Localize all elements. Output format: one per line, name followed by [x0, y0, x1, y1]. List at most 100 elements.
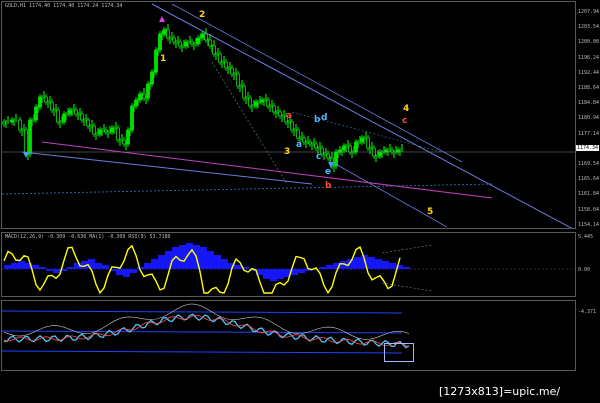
wave-label: c — [316, 152, 322, 162]
macd-histogram-bar — [347, 259, 354, 269]
macd-histogram-bar — [151, 259, 158, 269]
candle-body — [190, 41, 194, 45]
rsi-indicator-pane[interactable] — [1, 300, 576, 371]
candle-body — [166, 29, 170, 39]
candle-body — [230, 67, 234, 75]
macd-histogram-bar — [270, 269, 277, 281]
candle-body — [74, 109, 78, 115]
macd-histogram-bar — [403, 267, 410, 269]
watermark: [1273x813]=upic.me/ — [439, 385, 561, 398]
macd-histogram-bar — [46, 269, 53, 271]
macd-histogram-bar — [200, 247, 207, 269]
price-axis-tick: 1154.14 — [578, 221, 600, 228]
price-axis-tick: 1188.64 — [578, 85, 600, 91]
wave-label: a — [286, 111, 293, 121]
candle-body — [50, 101, 54, 111]
price-axis-tick: 1184.84 — [578, 100, 600, 107]
candle-body — [28, 119, 32, 155]
macd-histogram-bar — [18, 261, 25, 269]
candle-body — [204, 33, 208, 41]
macd-histogram-bar — [53, 269, 60, 273]
price-axis-tick: 1200.00 — [578, 39, 600, 46]
candle-body — [348, 145, 352, 153]
rsi-canvas[interactable] — [2, 301, 575, 370]
macd-histogram-bar — [102, 265, 109, 269]
candle-body — [86, 119, 90, 127]
price-axis-tick: 1207.94 — [578, 9, 600, 15]
candle-body — [224, 61, 228, 69]
macd-histogram-bar — [4, 265, 11, 269]
wave-label: 2 — [199, 10, 206, 20]
candle-body — [134, 99, 138, 107]
candle-body — [154, 49, 158, 73]
candle-body — [98, 129, 102, 135]
macd-histogram-bar — [354, 257, 361, 269]
wave-label: 5 — [427, 207, 434, 217]
candle-body — [208, 39, 212, 47]
down-arrow-marker — [159, 16, 165, 22]
candle-body — [172, 37, 176, 43]
candle-body — [296, 129, 300, 139]
candle-body — [142, 93, 146, 99]
macd-histogram-bar — [137, 267, 144, 269]
candle-body — [278, 111, 282, 117]
candle-body — [62, 113, 66, 123]
candle-body — [314, 143, 318, 149]
price-axis-tick: 1161.84 — [578, 191, 600, 198]
wave-label: a — [296, 140, 303, 150]
candle-body — [92, 125, 96, 135]
candle-body — [80, 113, 84, 121]
macd-indicator-pane[interactable]: MACD(12,26,9) -0.309 -0.636 MA(1) -0.309… — [1, 232, 576, 297]
candle-body — [260, 99, 264, 103]
current-price-tag: 1174.34 — [576, 145, 600, 151]
candle-body — [116, 127, 120, 141]
macd-histogram-bar — [221, 259, 228, 269]
macd-histogram-bar — [277, 269, 284, 279]
wave-label: 3 — [284, 147, 291, 157]
candle-body — [266, 99, 270, 107]
macd-histogram-bar — [130, 269, 137, 273]
macd-histogram-bar — [95, 263, 102, 269]
wave-label: 4 — [403, 104, 410, 114]
macd-axis-bottom: -4.371 — [578, 309, 597, 315]
candle-body — [302, 137, 306, 143]
candle-body — [242, 85, 246, 99]
macd-histogram-bar — [116, 269, 123, 275]
candle-body — [200, 33, 204, 39]
candle-body — [110, 127, 114, 133]
candle-body — [290, 121, 294, 131]
macd-histogram-bar — [382, 261, 389, 269]
macd-histogram-bar — [319, 267, 326, 269]
price-axis-tick: 1196.24 — [578, 54, 600, 61]
macd-histogram-bar — [389, 263, 396, 269]
macd-axis-top: 5.445 — [578, 234, 594, 240]
price-axis: 1207.94 1203.54 1200.00 1196.24 1192.44 1188.… — [577, 1, 600, 229]
price-axis-tick: 1192.44 — [578, 69, 600, 76]
macd-histogram-bar — [326, 265, 333, 269]
wave-label: 1 — [160, 54, 167, 64]
price-axis-tick: 1169.54 — [578, 161, 600, 167]
candle-body — [104, 129, 108, 133]
macd-histogram-bar — [214, 255, 221, 269]
candle-body — [378, 151, 382, 157]
candle-body — [254, 101, 258, 107]
macd-histogram-bar — [123, 269, 130, 277]
candle-body — [130, 105, 134, 131]
candle-body — [342, 145, 346, 151]
price-axis-tick: 1203.54 — [578, 24, 600, 31]
candle-body — [122, 139, 126, 145]
macd-histogram-bar — [207, 251, 214, 269]
magenta-trendline — [41, 141, 493, 199]
rsi-band-line — [3, 303, 410, 340]
macd-canvas[interactable] — [2, 233, 575, 296]
macd-histogram-bar — [39, 267, 46, 269]
candle-body — [44, 96, 48, 103]
macd-histogram-bar — [11, 263, 18, 269]
candle-body — [184, 41, 188, 47]
macd-histogram-bar — [144, 263, 151, 269]
candle-body — [56, 109, 60, 123]
wave-label: b — [314, 115, 321, 125]
wave-label: c — [402, 116, 408, 126]
macd-axis: 5.445 0.00 -4.371 — [577, 232, 600, 315]
selection-rectangle[interactable] — [384, 343, 414, 362]
